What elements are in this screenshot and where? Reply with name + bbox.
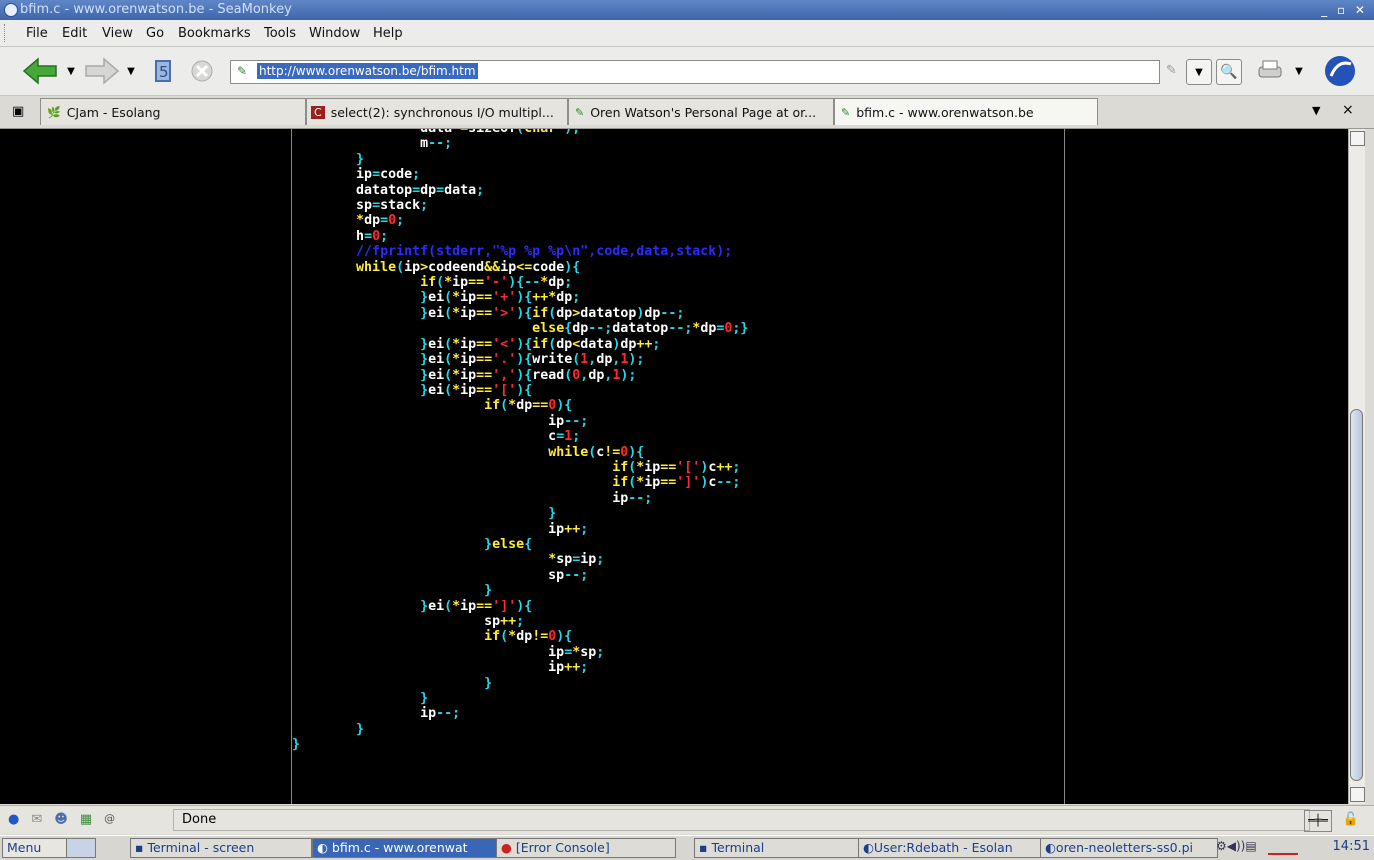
taskbar-item-rdebath[interactable]: ◐User:Rdebath - Esolan bbox=[858, 838, 1044, 858]
composer-icon[interactable]: ▦ bbox=[80, 812, 92, 827]
tray-icons[interactable]: ⚙◀))▤ bbox=[1216, 839, 1257, 853]
menu-bookmarks[interactable]: Bookmarks bbox=[178, 26, 251, 41]
tab-bfim[interactable]: ✎ bfim.c - www.orenwatson.be bbox=[834, 98, 1098, 125]
taskbar-item-error-console[interactable]: ● [Error Console] bbox=[496, 838, 676, 858]
security-lock-icon[interactable]: 🔓 bbox=[1338, 810, 1364, 830]
toolbar-grip[interactable] bbox=[4, 24, 8, 42]
address-book-icon[interactable]: @ bbox=[104, 812, 115, 827]
window-controls[interactable]: _ ▫ ✕ bbox=[1321, 0, 1368, 20]
reload-icon: 5 bbox=[155, 60, 171, 82]
tab-label: Oren Watson's Personal Page at or... bbox=[590, 104, 817, 120]
error-icon: ● bbox=[501, 840, 516, 855]
url-bookmark-icon[interactable]: ✎ bbox=[1166, 63, 1177, 78]
clock: 14:51 bbox=[1332, 839, 1370, 854]
chevron-down-icon: ▼ bbox=[1295, 65, 1303, 77]
search-icon: 🔍 bbox=[1220, 64, 1238, 80]
tab-label: select(2): synchronous I/O multipl... bbox=[330, 104, 554, 120]
chat-icon[interactable]: ☻ bbox=[54, 812, 68, 827]
code-listing: data-=sizeof(char*); m--; } ip=code; dat… bbox=[291, 129, 1065, 804]
menu-tools[interactable]: Tools bbox=[264, 26, 296, 41]
menu-file[interactable]: File bbox=[26, 26, 48, 41]
page-icon: ✎ bbox=[575, 105, 585, 119]
stop-icon bbox=[191, 60, 213, 82]
window-title: bfim.c - www.orenwatson.be - SeaMonkey bbox=[20, 2, 292, 17]
menu-help[interactable]: Help bbox=[373, 26, 403, 41]
seamonkey-logo-icon bbox=[1325, 56, 1355, 86]
seamonkey-icon: ◐ bbox=[1045, 840, 1056, 855]
menu-edit[interactable]: Edit bbox=[62, 26, 87, 41]
component-bar: ● ✉ ☻ ▦ @ bbox=[8, 812, 115, 827]
chevron-down-icon: ▼ bbox=[1195, 66, 1203, 78]
seamonkey-throbber[interactable] bbox=[1320, 56, 1360, 86]
vertical-scrollbar[interactable] bbox=[1348, 129, 1365, 804]
back-button[interactable] bbox=[20, 56, 60, 86]
taskbar-item-bfim[interactable]: ◐ bfim.c - www.orenwat bbox=[312, 838, 498, 858]
chevron-down-icon: ▼ bbox=[67, 65, 75, 77]
close-tab-icon[interactable]: × bbox=[1342, 102, 1354, 118]
source-code: data-=sizeof(char*); m--; } ip=code; dat… bbox=[292, 129, 749, 753]
seamonkey-icon: ◐ bbox=[317, 840, 332, 855]
navigation-toolbar: ▼ ▼ 5 ✎ http://www.orenwatson.be/bfim.ht… bbox=[0, 47, 1374, 96]
start-menu-label: Menu bbox=[7, 840, 42, 855]
page-icon: ✎ bbox=[237, 64, 248, 78]
window-titlebar: bfim.c - www.orenwatson.be - SeaMonkey _… bbox=[0, 0, 1374, 20]
chevron-down-icon: ▼ bbox=[127, 65, 135, 77]
url-field[interactable]: ✎ http://www.orenwatson.be/bfim.htm bbox=[230, 60, 1160, 84]
taskbar-item-terminal-screen[interactable]: ▪ Terminal - screen bbox=[130, 838, 312, 858]
taskbar-item-terminal[interactable]: ▪ Terminal bbox=[694, 838, 862, 858]
menu-bar: File Edit View Go Bookmarks Tools Window… bbox=[0, 20, 1374, 47]
print-button[interactable] bbox=[1254, 56, 1286, 86]
reload-button[interactable]: 5 bbox=[146, 56, 180, 86]
terminal-icon: ▪ bbox=[699, 840, 712, 855]
tab-cjam[interactable]: 🌿 CJam - Esolang bbox=[40, 98, 306, 125]
tab-oren-watson[interactable]: ✎ Oren Watson's Personal Page at or... bbox=[568, 98, 834, 125]
menu-view[interactable]: View bbox=[102, 26, 133, 41]
tab-select2[interactable]: Cselect(2): synchronous I/O multipl... bbox=[306, 98, 568, 125]
menu-window[interactable]: Window bbox=[309, 26, 360, 41]
status-bar: ● ✉ ☻ ▦ @ Done ═╪═ 🔓 bbox=[0, 805, 1374, 834]
sidebar-toggle-icon[interactable]: ▣ bbox=[12, 104, 24, 119]
taskbar: Menu ▪ Terminal - screen ◐ bfim.c - www.… bbox=[0, 835, 1374, 860]
taskbar-item-oren-neoletters[interactable]: ◐oren-neoletters-ss0.pi bbox=[1040, 838, 1218, 858]
tab-label: bfim.c - www.orenwatson.be bbox=[856, 104, 1034, 120]
status-text: Done bbox=[173, 809, 1310, 831]
scroll-thumb[interactable] bbox=[1350, 409, 1363, 781]
wiki-icon: 🌿 bbox=[47, 105, 61, 119]
svg-text:5: 5 bbox=[159, 63, 169, 81]
seamonkey-icon: ◐ bbox=[863, 840, 874, 855]
online-status-icon[interactable]: ═╪═ bbox=[1304, 810, 1332, 832]
start-menu-button[interactable]: Menu bbox=[2, 838, 68, 858]
mail-icon[interactable]: ✉ bbox=[31, 812, 42, 827]
app-icon bbox=[4, 3, 18, 17]
menu-go[interactable]: Go bbox=[146, 26, 164, 41]
stop-button[interactable] bbox=[188, 56, 216, 86]
search-button[interactable]: 🔍 bbox=[1216, 59, 1242, 85]
print-dropdown[interactable]: ▼ bbox=[1292, 56, 1306, 86]
print-icon bbox=[1258, 60, 1282, 78]
back-history-dropdown[interactable]: ▼ bbox=[64, 56, 78, 86]
terminal-icon: ▪ bbox=[135, 840, 148, 855]
site-icon: C bbox=[311, 105, 325, 119]
url-dropdown-button[interactable]: ▼ bbox=[1186, 59, 1212, 85]
forward-history-dropdown[interactable]: ▼ bbox=[124, 56, 138, 86]
tab-bar: ▣ 🌿 CJam - Esolang Cselect(2): synchronou… bbox=[0, 96, 1374, 129]
tab-list-icon[interactable]: ▼ bbox=[1312, 104, 1320, 117]
forward-button[interactable] bbox=[82, 56, 122, 86]
cpu-graph bbox=[1268, 848, 1298, 855]
tab-label: CJam - Esolang bbox=[66, 104, 161, 120]
workspace-switcher[interactable] bbox=[66, 838, 96, 858]
url-text[interactable]: http://www.orenwatson.be/bfim.htm bbox=[257, 63, 478, 79]
forward-arrow-icon bbox=[85, 57, 120, 85]
scroll-down-button[interactable] bbox=[1350, 787, 1365, 802]
page-content: data-=sizeof(char*); m--; } ip=code; dat… bbox=[0, 129, 1348, 804]
browser-icon[interactable]: ● bbox=[8, 812, 19, 827]
page-icon: ✎ bbox=[841, 105, 851, 119]
back-arrow-icon bbox=[22, 57, 57, 85]
scroll-up-button[interactable] bbox=[1350, 131, 1365, 146]
